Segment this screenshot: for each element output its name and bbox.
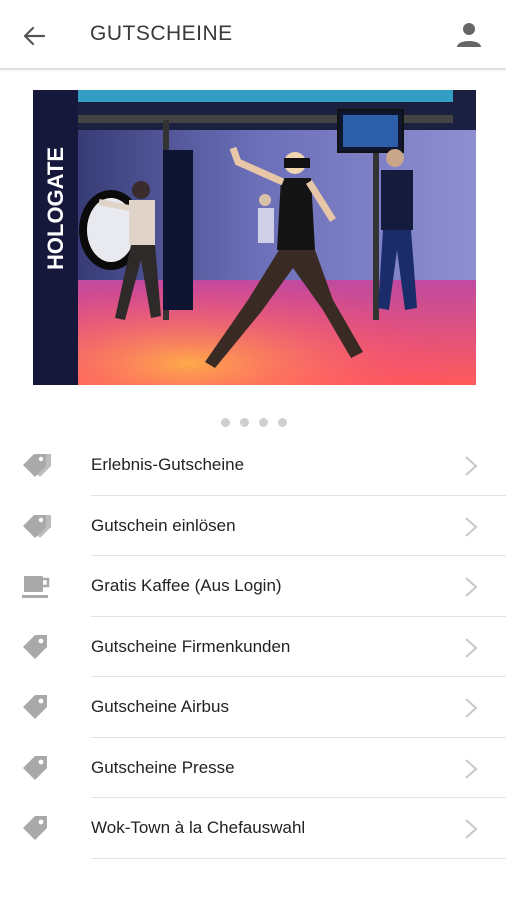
carousel-dot[interactable] bbox=[240, 418, 249, 427]
divider bbox=[91, 857, 506, 859]
menu-item-label: Wok-Town à la Chefauswahl bbox=[91, 818, 306, 837]
menu-item-gutscheine-airbus[interactable]: Gutscheine Airbus bbox=[0, 677, 506, 738]
page-title: GUTSCHEINE bbox=[90, 22, 233, 45]
tags-icon bbox=[23, 454, 51, 477]
banner-carousel[interactable]: HOLOGATE bbox=[33, 90, 476, 385]
voucher-menu: Erlebnis-Gutscheine Gutschein einlösen G… bbox=[0, 435, 506, 859]
tag-icon bbox=[23, 695, 47, 719]
menu-item-erlebnis-gutscheine[interactable]: Erlebnis-Gutscheine bbox=[0, 435, 506, 496]
profile-button[interactable] bbox=[452, 18, 486, 52]
coffee-cup-icon bbox=[22, 576, 50, 598]
chevron-right-icon bbox=[465, 456, 478, 476]
tags-icon bbox=[23, 514, 51, 538]
chevron-right-icon bbox=[465, 819, 478, 839]
tag-icon bbox=[23, 634, 47, 659]
menu-item-gratis-kaffee[interactable]: Gratis Kaffee (Aus Login) bbox=[0, 556, 506, 617]
tag-icon bbox=[23, 755, 47, 780]
chevron-right-icon bbox=[465, 516, 478, 537]
back-button[interactable] bbox=[18, 20, 50, 52]
arrow-left-icon bbox=[23, 26, 46, 46]
menu-item-label: Erlebnis-Gutscheine bbox=[91, 455, 245, 474]
chevron-right-icon bbox=[465, 698, 478, 718]
chevron-right-icon bbox=[465, 758, 478, 779]
chevron-right-icon bbox=[465, 577, 478, 597]
chevron-right-icon bbox=[465, 637, 478, 658]
app-bar: GUTSCHEINE bbox=[0, 0, 506, 70]
menu-item-label: Gutschein einlösen bbox=[91, 515, 236, 535]
person-icon bbox=[457, 23, 481, 47]
menu-item-gutscheine-presse[interactable]: Gutscheine Presse bbox=[0, 738, 506, 798]
menu-item-label: Gutscheine Firmenkunden bbox=[91, 636, 291, 656]
carousel-dot[interactable] bbox=[278, 418, 287, 427]
menu-item-label: Gratis Kaffee (Aus Login) bbox=[91, 576, 282, 595]
menu-item-gutschein-einloesen[interactable]: Gutschein einlösen bbox=[0, 496, 506, 556]
menu-item-label: Gutscheine Airbus bbox=[91, 697, 229, 716]
carousel-dot[interactable] bbox=[259, 418, 268, 427]
menu-item-gutscheine-firmenkunden[interactable]: Gutscheine Firmenkunden bbox=[0, 617, 506, 677]
menu-item-label: Gutscheine Presse bbox=[91, 757, 235, 777]
menu-item-wok-town[interactable]: Wok-Town à la Chefauswahl bbox=[0, 798, 506, 859]
brand-text: HOLOGATE bbox=[43, 147, 68, 270]
tag-icon bbox=[23, 816, 47, 840]
vr-arena-photo: HOLOGATE bbox=[33, 90, 476, 385]
carousel-dot[interactable] bbox=[221, 418, 230, 427]
carousel-indicator bbox=[0, 418, 506, 430]
